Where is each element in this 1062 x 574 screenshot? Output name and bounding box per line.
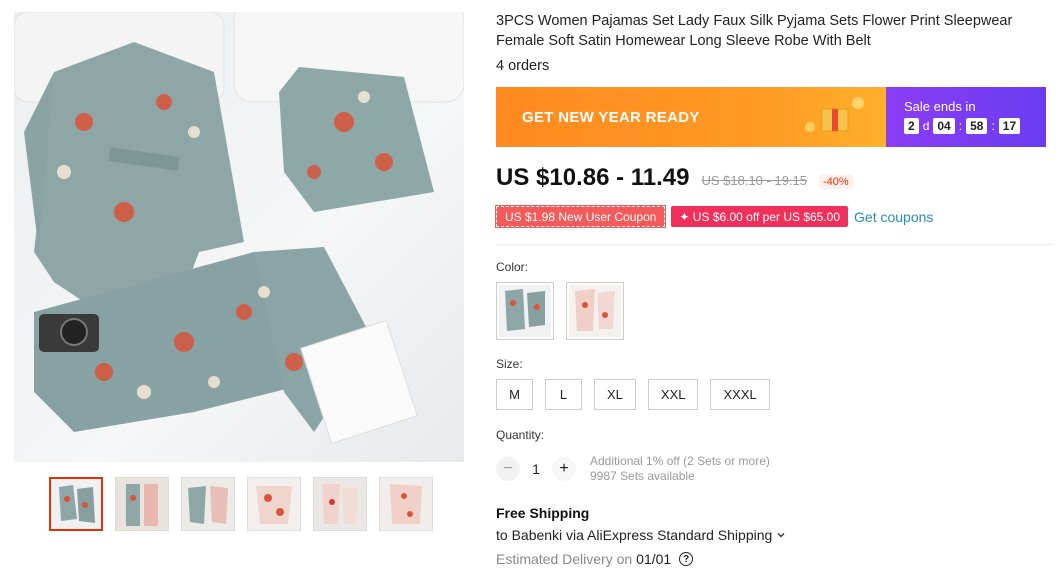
thumbnail-5[interactable] — [313, 477, 367, 531]
price-row: US $10.86 - 11.49 US $18.10 - 19.15 -40% — [496, 164, 853, 192]
countdown-separator: : — [991, 119, 995, 133]
size-label: Size: — [496, 357, 523, 371]
main-product-image[interactable] — [14, 12, 464, 462]
size-options: M L XL XXL XXXL — [496, 379, 770, 410]
shipping-method-text: to Babenki via AliExpress Standard Shipp… — [496, 527, 773, 543]
size-option-xxxl[interactable]: XXXL — [710, 379, 770, 410]
shipping-method-selector[interactable]: to Babenki via AliExpress Standard Shipp… — [496, 527, 786, 543]
gift-decoration-icon — [805, 97, 864, 132]
color-swatch-pink — [569, 285, 621, 337]
thumbnail-1[interactable] — [49, 477, 103, 531]
shipping-title: Free Shipping — [496, 505, 590, 521]
thumbnail-strip — [49, 477, 433, 531]
color-options — [496, 282, 624, 340]
coupon-row: US $1.98 New User Coupon ✦ US $6.00 off … — [494, 205, 933, 228]
countdown-minutes: 58 — [966, 118, 988, 134]
promo-banner-left: GET NEW YEAR READY — [496, 87, 886, 147]
color-option-2[interactable] — [566, 282, 624, 340]
promo-label: GET NEW YEAR READY — [522, 108, 700, 126]
store-coupon[interactable]: ✦ US $6.00 off per US $65.00 — [671, 206, 849, 227]
help-icon[interactable]: ? — [679, 552, 694, 566]
size-option-l[interactable]: L — [545, 379, 582, 410]
countdown-day-unit: d — [922, 119, 930, 133]
promo-banner[interactable]: GET NEW YEAR READY Sale ends in 2 d 04 :… — [496, 87, 1046, 147]
new-user-coupon[interactable]: US $1.98 New User Coupon — [494, 205, 667, 228]
thumbnail-2[interactable] — [115, 477, 169, 531]
size-option-m[interactable]: M — [496, 379, 533, 410]
color-swatch-grey-blue — [499, 285, 551, 337]
quantity-label: Quantity: — [496, 428, 545, 442]
countdown-seconds: 17 — [998, 118, 1021, 134]
bulk-discount-text: Additional 1% off (2 Sets or more) — [590, 454, 770, 468]
sale-countdown-panel: Sale ends in 2 d 04 : 58 : 17 — [886, 87, 1046, 147]
countdown-hours: 04 — [933, 118, 955, 134]
color-option-1[interactable] — [496, 282, 554, 340]
estimated-delivery-date: 01/01 — [636, 551, 672, 567]
thumbnail-6[interactable] — [379, 477, 433, 531]
order-count: 4 orders — [496, 58, 550, 74]
discount-badge: -40% — [819, 175, 853, 189]
chevron-down-icon — [777, 533, 785, 538]
current-price: US $10.86 - 11.49 — [496, 164, 690, 191]
countdown-timer: 2 d 04 : 58 : 17 — [904, 118, 1046, 134]
pajama-set-photo — [14, 12, 464, 445]
product-title: 3PCS Women Pajamas Set Lady Faux Silk Py… — [496, 13, 1013, 49]
countdown-separator: : — [958, 119, 963, 133]
thumbnail-4[interactable] — [247, 477, 301, 531]
sale-ends-label: Sale ends in — [904, 99, 976, 114]
estimated-delivery-label: Estimated Delivery on — [496, 551, 633, 567]
quantity-value[interactable]: 1 — [520, 461, 552, 477]
original-price: US $18.10 - 19.15 — [701, 173, 808, 188]
estimated-delivery: Estimated Delivery on 01/01 ? — [496, 551, 694, 567]
size-option-xl[interactable]: XL — [594, 379, 636, 410]
increase-quantity-button[interactable]: + — [552, 457, 576, 481]
countdown-days: 2 — [904, 118, 919, 134]
divider — [496, 244, 1052, 245]
decrease-quantity-button[interactable]: − — [496, 457, 520, 481]
quantity-info: Additional 1% off (2 Sets or more) 9987 … — [590, 454, 770, 484]
get-coupons-link[interactable]: Get coupons — [854, 209, 933, 225]
size-option-xxl[interactable]: XXL — [647, 379, 699, 410]
thumbnail-3[interactable] — [181, 477, 235, 531]
stock-available-text: 9987 Sets available — [590, 469, 695, 483]
quantity-stepper: − 1 + Additional 1% off (2 Sets or more)… — [496, 454, 770, 484]
color-label: Color: — [496, 260, 529, 274]
